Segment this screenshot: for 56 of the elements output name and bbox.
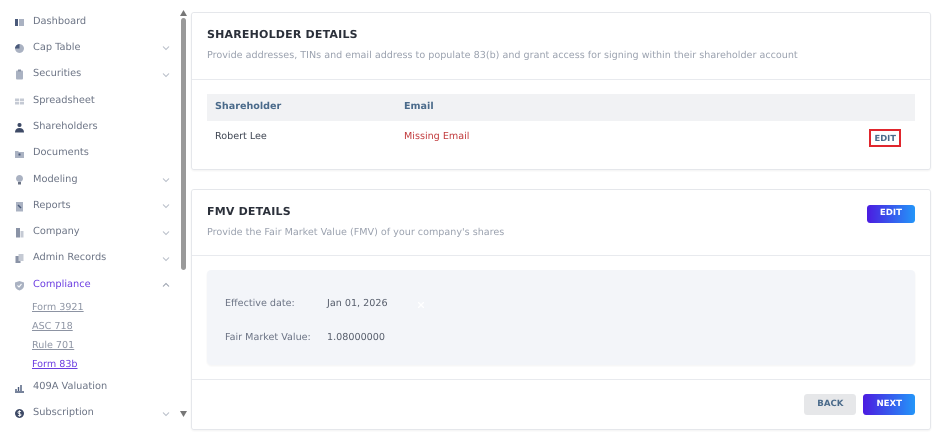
sidebar-item[interactable]: Company	[0, 219, 178, 246]
table-cell: Missing Email	[404, 131, 470, 142]
scrollbar-thumb[interactable]	[180, 18, 186, 270]
field-value: 1.08000000	[327, 331, 385, 346]
chevron-down-icon[interactable]	[162, 254, 170, 263]
next-button[interactable]: NEXT	[863, 394, 915, 416]
sidebar-subitem[interactable]: Rule 701	[0, 336, 178, 356]
chevron-down-icon[interactable]	[162, 228, 170, 237]
pie-chart-icon	[14, 42, 25, 54]
table-cell: Robert Lee	[215, 131, 267, 142]
dashboard-icon	[14, 16, 25, 28]
column-header: Shareholder	[215, 100, 282, 112]
sidebar-item[interactable]: Spreadsheet	[0, 88, 178, 114]
sidebar-item[interactable]: Subscription	[0, 400, 178, 427]
edit-button[interactable]: EDIT	[866, 204, 915, 223]
sidebar-item[interactable]: Compliance	[0, 272, 178, 298]
sidebar-item[interactable]: Shareholders	[0, 114, 178, 140]
dollar-icon	[14, 408, 25, 420]
sidebar-subitem[interactable]: ASC 718	[0, 317, 178, 336]
sidebar-item[interactable]: Reports	[0, 193, 178, 220]
folder-icon	[14, 148, 25, 160]
field-label: Effective date:	[225, 297, 296, 312]
chevron-down-icon[interactable]	[162, 410, 170, 418]
grid-icon	[14, 96, 25, 107]
chevron-down-icon[interactable]	[162, 44, 170, 52]
edit-button[interactable]: EDIT	[869, 128, 901, 147]
shield-icon	[14, 280, 25, 291]
sidebar-item[interactable]: Documents	[0, 140, 178, 167]
sidebar-item[interactable]: Cap Table	[0, 35, 178, 62]
documents-icon	[14, 253, 25, 264]
sidebar-item[interactable]: Dashboard	[0, 9, 178, 36]
chevron-down-icon[interactable]	[162, 70, 170, 79]
scroll-down-icon[interactable]	[180, 411, 186, 417]
sidebar-item[interactable]: 409A Valuation	[0, 374, 178, 401]
sidebar-item[interactable]: Modeling	[0, 166, 178, 194]
section-title: SHAREHOLDER DETAILS	[207, 28, 359, 42]
sidebar-item[interactable]: Securities	[0, 62, 178, 88]
field-value: Jan 01, 2026	[327, 297, 388, 312]
chevron-down-icon[interactable]	[162, 202, 170, 210]
section-description: Provide addresses, TINs and email address to populate 83(b) and grant access for signing within their shareholder account	[207, 49, 799, 64]
building-icon	[14, 227, 25, 238]
sidebar-subitem[interactable]: Form 3921	[0, 298, 178, 318]
clipboard-icon	[14, 69, 25, 80]
sidebar-subitem[interactable]: Form 83b	[0, 355, 178, 374]
field-label: Fair Market Value:	[225, 331, 312, 346]
chevron-up-icon[interactable]	[162, 281, 170, 290]
person-icon	[14, 122, 25, 133]
chevron-down-icon[interactable]	[162, 176, 170, 184]
section-title: FMV DETAILS	[207, 204, 292, 218]
report-icon	[14, 200, 25, 212]
sidebar-item[interactable]: Admin Records	[0, 246, 178, 272]
column-header: Email	[404, 100, 434, 112]
back-button[interactable]: BACK	[804, 394, 856, 416]
scroll-up-icon[interactable]	[180, 10, 186, 16]
section-description: Provide the Fair Market Value (FMV) of your company's shares	[207, 226, 504, 240]
lightbulb-icon	[14, 174, 25, 186]
